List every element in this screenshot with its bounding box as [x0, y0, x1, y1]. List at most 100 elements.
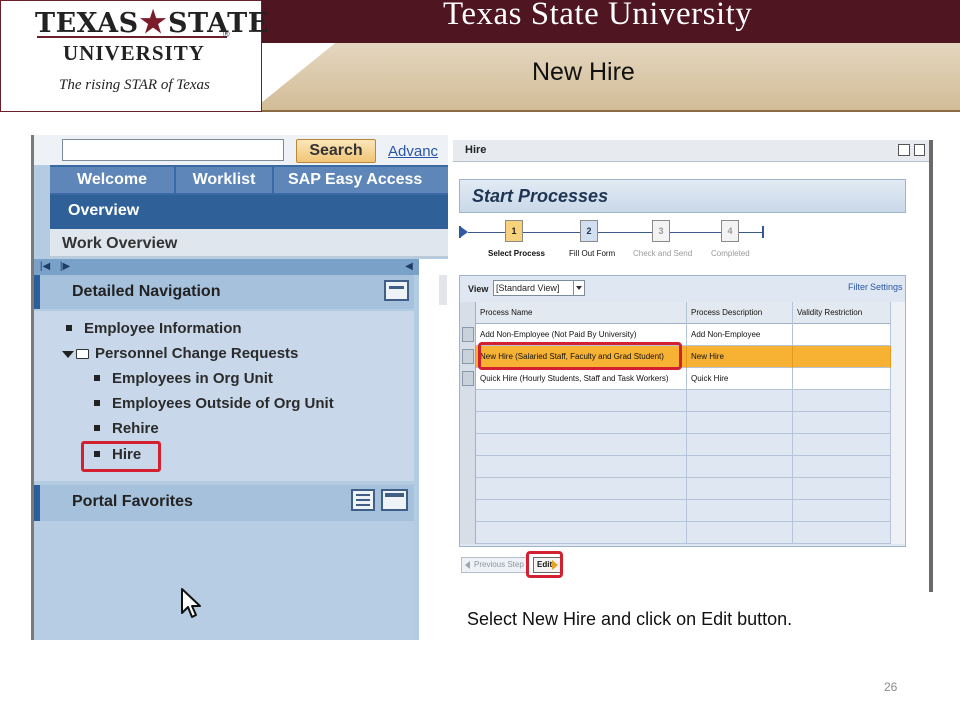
tab-sap-easy-access[interactable]: SAP Easy Access	[274, 167, 448, 193]
row-selector[interactable]	[460, 368, 476, 390]
process-table: View [Standard View] Filter Settings Pro…	[459, 275, 906, 547]
bullet-icon	[94, 424, 100, 431]
scrollbar-track[interactable]	[891, 456, 905, 478]
instruction-caption: Select New Hire and click on Edit button…	[467, 609, 793, 629]
scrollbar-track[interactable]	[891, 346, 905, 368]
scrollbar-track[interactable]	[891, 522, 905, 544]
filter-link[interactable]: Filter	[848, 282, 868, 292]
tab-worklist[interactable]: Worklist	[176, 167, 272, 193]
row-selector[interactable]	[460, 346, 476, 368]
hire-callout-box	[81, 441, 161, 472]
roadmap-step-1[interactable]: 1	[505, 220, 523, 242]
nav-item-rehire[interactable]: Rehire	[94, 420, 159, 437]
column-header-validity-restriction[interactable]: Validity Restriction	[793, 302, 891, 324]
process-description-cell: New Hire	[687, 346, 793, 368]
slide-title: New Hire	[532, 58, 635, 86]
scrollbar-track[interactable]	[891, 368, 905, 390]
first-page-icon[interactable]: |◀	[38, 260, 52, 273]
table-row-empty[interactable]	[460, 522, 905, 544]
validity-restriction-cell	[793, 346, 891, 368]
advanced-search-link[interactable]: Advanc	[388, 143, 438, 160]
empty-cell[interactable]	[460, 500, 476, 522]
nav-item-employee-information[interactable]: Employee Information	[66, 320, 242, 337]
select-all-cell[interactable]	[460, 302, 476, 324]
empty-cell	[687, 478, 793, 500]
print-icon[interactable]	[898, 144, 910, 156]
favorites-list-icon[interactable]	[351, 489, 375, 511]
overview-bar[interactable]: Overview	[50, 195, 448, 229]
logo-tagline: The rising STAR of Texas	[59, 77, 210, 93]
logo-word-state: STATE	[168, 8, 269, 39]
table-row-empty[interactable]	[460, 478, 905, 500]
column-header-process-name[interactable]: Process Name	[476, 302, 687, 324]
settings-link[interactable]: Settings	[870, 282, 903, 292]
bullet-icon	[94, 374, 100, 381]
table-row-empty[interactable]	[460, 500, 905, 522]
process-name-cell[interactable]: Quick Hire (Hourly Students, Staff and T…	[476, 368, 687, 390]
nav-item-employees-outside-org-unit[interactable]: Employees Outside of Org Unit	[94, 395, 334, 412]
search-button[interactable]: Search	[296, 139, 376, 163]
empty-cell	[476, 390, 687, 412]
scrollbar-stub	[439, 275, 447, 305]
view-select[interactable]: [Standard View]	[493, 280, 585, 296]
logo-registered-mark: ®	[223, 29, 230, 39]
empty-cell	[476, 500, 687, 522]
row-selector[interactable]	[460, 324, 476, 346]
logo-wordmark: TEXAS★STATE	[35, 5, 269, 40]
table-header-row: Process Name Process Description Validit…	[460, 302, 905, 324]
window-icon[interactable]	[381, 489, 408, 511]
table-row-empty[interactable]	[460, 456, 905, 478]
scroll-up-icon[interactable]	[891, 302, 905, 324]
scrollbar-track[interactable]	[891, 478, 905, 500]
empty-cell	[793, 412, 891, 434]
overview-label: Overview	[68, 202, 140, 219]
nav-item-employees-in-org-unit[interactable]: Employees in Org Unit	[94, 370, 273, 387]
empty-cell[interactable]	[460, 456, 476, 478]
empty-cell	[687, 412, 793, 434]
logo-university: UNIVERSITY	[63, 41, 205, 65]
start-processes-title: Start Processes	[472, 186, 609, 206]
empty-cell[interactable]	[460, 478, 476, 500]
detailed-navigation-header[interactable]: Detailed Navigation	[34, 275, 414, 309]
empty-cell[interactable]	[460, 412, 476, 434]
empty-cell	[687, 434, 793, 456]
empty-cell	[687, 390, 793, 412]
nav-item-personnel-change-requests[interactable]: Personnel Change Requests	[62, 345, 298, 362]
content-area-gap	[419, 259, 448, 640]
table-row-empty[interactable]	[460, 390, 905, 412]
table-row-empty[interactable]	[460, 434, 905, 456]
minimize-icon[interactable]	[384, 280, 409, 301]
roadmap-label-2: Fill Out Form	[569, 249, 616, 258]
empty-cell	[793, 522, 891, 544]
table-row-empty[interactable]	[460, 412, 905, 434]
start-processes-header: Start Processes	[459, 179, 906, 213]
work-overview-bar[interactable]: Work Overview	[50, 229, 448, 257]
logo-rule	[37, 36, 227, 38]
scrollbar-track[interactable]	[891, 324, 905, 346]
portal-navigation-screenshot: Search Advanc Welcome Worklist SAP Easy …	[31, 135, 448, 640]
table-row[interactable]: Quick Hire (Hourly Students, Staff and T…	[460, 368, 905, 390]
portal-favorites-body	[34, 521, 414, 640]
scrollbar-track[interactable]	[891, 434, 905, 456]
maximize-icon[interactable]	[914, 144, 925, 156]
view-label: View	[468, 284, 489, 294]
detailed-navigation-label: Detailed Navigation	[72, 283, 221, 300]
collapse-panel-icon[interactable]: ◀	[402, 260, 416, 273]
scrollbar-track[interactable]	[891, 390, 905, 412]
scrollbar-track[interactable]	[891, 500, 905, 522]
search-input[interactable]	[62, 139, 284, 161]
column-header-process-description[interactable]: Process Description	[687, 302, 793, 324]
process-roadmap: 1 2 3 4 Select Process Fill Out Form Che…	[459, 216, 919, 268]
chevron-down-icon[interactable]	[573, 280, 585, 296]
empty-cell[interactable]	[460, 390, 476, 412]
expand-arrow-icon[interactable]	[62, 350, 74, 358]
last-page-icon[interactable]: |▶	[58, 260, 72, 273]
roadmap-step-2[interactable]: 2	[580, 220, 598, 242]
empty-cell[interactable]	[460, 434, 476, 456]
empty-cell	[476, 456, 687, 478]
university-title: Texas State University	[443, 0, 753, 32]
tab-welcome[interactable]: Welcome	[50, 167, 174, 193]
empty-cell	[793, 390, 891, 412]
scrollbar-track[interactable]	[891, 412, 905, 434]
empty-cell[interactable]	[460, 522, 476, 544]
